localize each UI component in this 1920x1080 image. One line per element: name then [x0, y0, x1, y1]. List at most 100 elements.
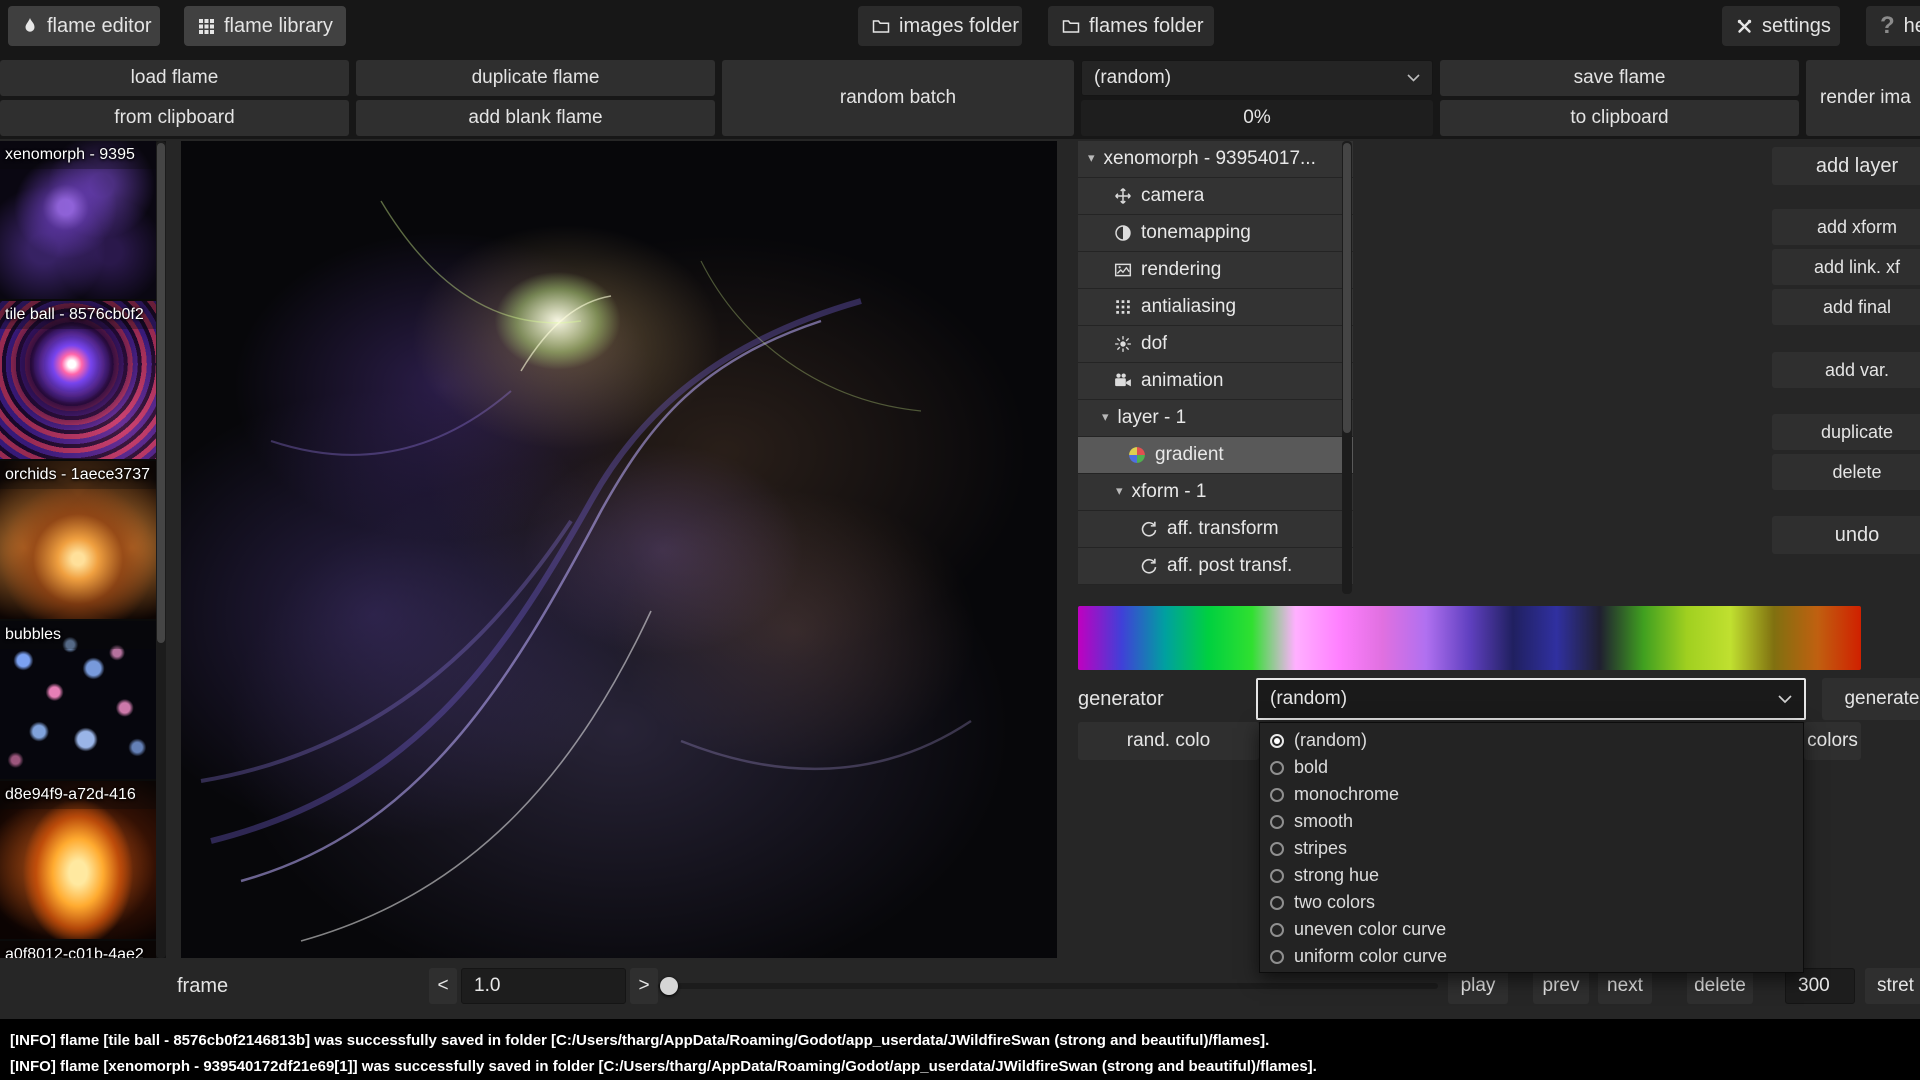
- generator-option-monochrome[interactable]: monochrome: [1260, 781, 1803, 808]
- frame-slider[interactable]: [658, 983, 1438, 989]
- images-folder-button[interactable]: images folder: [858, 6, 1022, 46]
- fractal-preview-canvas[interactable]: [181, 141, 1057, 958]
- gradient-generator-value: (random): [1270, 688, 1347, 710]
- next-button[interactable]: next: [1598, 968, 1652, 1004]
- scrollbar-thumb[interactable]: [1343, 143, 1351, 433]
- library-item[interactable]: d8e94f9-a72d-416: [0, 781, 156, 941]
- radio-icon: [1270, 734, 1284, 748]
- tree-item-layer-1[interactable]: ▾ layer - 1: [1078, 400, 1353, 437]
- random-batch-button[interactable]: random batch: [722, 60, 1074, 136]
- dof-aperture-icon: [1114, 335, 1132, 353]
- chevron-down-icon[interactable]: ▾: [1116, 483, 1123, 499]
- random-generator-select[interactable]: (random): [1081, 60, 1433, 96]
- load-flame-button[interactable]: load flame: [0, 60, 349, 96]
- library-item[interactable]: a0f8012-c01b-4ae2: [0, 941, 156, 958]
- gradient-bar[interactable]: [1078, 606, 1861, 670]
- option-label: stripes: [1294, 838, 1347, 859]
- tonemapping-icon: [1114, 224, 1132, 242]
- rand-colors-button[interactable]: rand. colo: [1078, 722, 1259, 760]
- flame-editor-button[interactable]: flame editor: [8, 6, 160, 46]
- tree-item-label: dof: [1141, 333, 1167, 355]
- add-layer-button[interactable]: add layer: [1772, 147, 1920, 185]
- chevron-down-icon: [1778, 695, 1792, 704]
- frame-step-forward-button[interactable]: >: [630, 968, 658, 1004]
- library-item[interactable]: xenomorph - 9395: [0, 141, 156, 301]
- tree-item-aff-post-transform[interactable]: aff. post transf.: [1078, 548, 1353, 585]
- tree-item-gradient[interactable]: gradient: [1078, 437, 1353, 474]
- gradient-generator-select[interactable]: (random): [1256, 678, 1806, 720]
- duplicate-flame-button[interactable]: duplicate flame: [356, 60, 715, 96]
- generator-option-uniform-color-curve[interactable]: uniform color curve: [1260, 943, 1803, 970]
- library-item-label: d8e94f9-a72d-416: [0, 781, 156, 809]
- tree-item-animation[interactable]: animation: [1078, 363, 1353, 400]
- tree-item-antialiasing[interactable]: antialiasing: [1078, 289, 1353, 326]
- delete-button[interactable]: delete: [1772, 454, 1920, 490]
- radio-icon: [1270, 896, 1284, 910]
- scrollbar-thumb[interactable]: [157, 143, 165, 643]
- tree-item-dof[interactable]: dof: [1078, 326, 1353, 363]
- delete-frame-button[interactable]: delete: [1687, 968, 1753, 1004]
- tree-item-label: camera: [1141, 185, 1204, 207]
- random-generator-value: (random): [1094, 67, 1171, 89]
- generator-option-uneven-color-curve[interactable]: uneven color curve: [1260, 916, 1803, 943]
- rotate-transform-icon: [1140, 557, 1158, 575]
- from-clipboard-button[interactable]: from clipboard: [0, 100, 349, 136]
- antialiasing-grid-icon: [1114, 298, 1132, 316]
- add-final-xform-button[interactable]: add final: [1772, 289, 1920, 325]
- library-item-label: orchids - 1aece3737: [0, 461, 156, 489]
- to-clipboard-button[interactable]: to clipboard: [1440, 100, 1799, 136]
- generator-option-strong-hue[interactable]: strong hue: [1260, 862, 1803, 889]
- library-item[interactable]: tile ball - 8576cb0f2: [0, 301, 156, 461]
- frame-slider-handle[interactable]: [660, 977, 678, 995]
- play-button[interactable]: play: [1448, 968, 1508, 1004]
- settings-button[interactable]: settings: [1722, 6, 1840, 46]
- library-item-label: bubbles: [0, 621, 156, 649]
- library-item-label: tile ball - 8576cb0f2: [0, 301, 156, 329]
- flame-icon: [22, 17, 38, 35]
- render-image-button[interactable]: render ima: [1806, 60, 1920, 136]
- frame-step-back-button[interactable]: <: [429, 968, 457, 1004]
- add-blank-flame-button[interactable]: add blank flame: [356, 100, 715, 136]
- tree-item-rendering[interactable]: rendering: [1078, 252, 1353, 289]
- tree-item-tonemapping[interactable]: tonemapping: [1078, 215, 1353, 252]
- tree-item-label: layer - 1: [1118, 407, 1187, 429]
- generator-option-stripes[interactable]: stripes: [1260, 835, 1803, 862]
- prev-button[interactable]: prev: [1533, 968, 1589, 1004]
- generator-option-bold[interactable]: bold: [1260, 754, 1803, 781]
- tree-scrollbar[interactable]: [1342, 141, 1352, 594]
- duplicate-button[interactable]: duplicate: [1772, 414, 1920, 450]
- rand-colors-button-fragment[interactable]: colors: [1804, 722, 1861, 760]
- help-button[interactable]: ? he: [1866, 6, 1920, 46]
- add-linked-xform-button[interactable]: add link. xf: [1772, 249, 1920, 285]
- stretch-button[interactable]: stret: [1865, 968, 1920, 1004]
- generator-option-two-colors[interactable]: two colors: [1260, 889, 1803, 916]
- tree-item-xform-1[interactable]: ▾ xform - 1: [1078, 474, 1353, 511]
- camera-move-icon: [1114, 187, 1132, 205]
- tree-item-camera[interactable]: camera: [1078, 178, 1353, 215]
- option-label: uniform color curve: [1294, 946, 1447, 967]
- generator-option-smooth[interactable]: smooth: [1260, 808, 1803, 835]
- chevron-down-icon[interactable]: ▾: [1102, 409, 1109, 425]
- radio-icon: [1270, 815, 1284, 829]
- generate-button[interactable]: generate: [1822, 678, 1920, 720]
- flames-folder-button[interactable]: flames folder: [1048, 6, 1214, 46]
- undo-button[interactable]: undo: [1772, 516, 1920, 554]
- add-xform-button[interactable]: add xform: [1772, 209, 1920, 245]
- save-flame-button[interactable]: save flame: [1440, 60, 1799, 96]
- tree-item-aff-transform[interactable]: aff. transform: [1078, 511, 1353, 548]
- chevron-down-icon[interactable]: ▾: [1088, 150, 1095, 166]
- library-item[interactable]: bubbles: [0, 621, 156, 781]
- tree-item-label: rendering: [1141, 259, 1221, 281]
- flame-library-panel: xenomorph - 9395 tile ball - 8576cb0f2 o…: [0, 141, 166, 958]
- frames-count-input[interactable]: 300: [1785, 968, 1855, 1004]
- tree-item-root[interactable]: ▾ xenomorph - 93954017...: [1078, 141, 1353, 178]
- generator-option-random[interactable]: (random): [1260, 727, 1803, 754]
- library-scrollbar[interactable]: [156, 141, 166, 958]
- add-variation-button[interactable]: add var.: [1772, 352, 1920, 388]
- movie-camera-icon: [1114, 372, 1132, 390]
- flame-library-button[interactable]: flame library: [184, 6, 346, 46]
- library-item[interactable]: orchids - 1aece3737: [0, 461, 156, 621]
- tree-item-label: antialiasing: [1141, 296, 1236, 318]
- frame-value-input[interactable]: 1.0: [461, 968, 626, 1004]
- option-label: (random): [1294, 730, 1367, 751]
